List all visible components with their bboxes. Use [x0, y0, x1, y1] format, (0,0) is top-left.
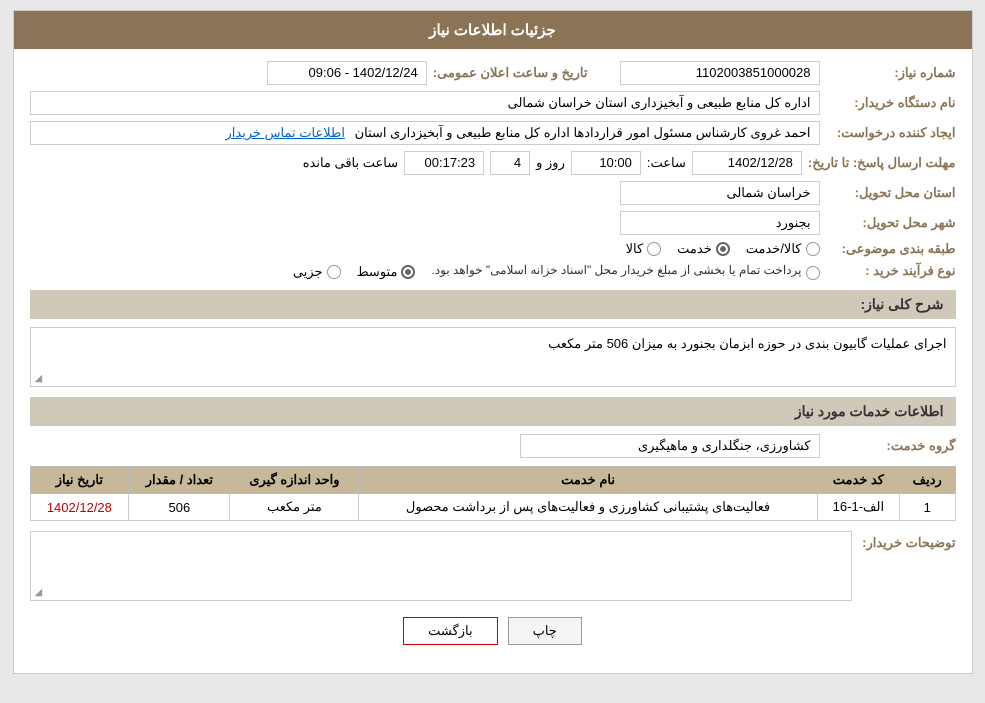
purchase-type-label: نوع فرآیند خرید : — [826, 263, 956, 279]
cell-name: فعالیت‌های پشتیبانی کشاورزی و فعالیت‌های… — [359, 494, 817, 521]
city-label: شهر محل تحویل: — [826, 215, 956, 231]
city-value: بجنورد — [620, 211, 820, 235]
remaining-time: 00:17:23 — [404, 151, 484, 175]
buyer-org-value: اداره کل منابع طبیعی و آبخیزداری استان خ… — [30, 91, 820, 115]
description-box: اجرای عملیات گابیون بندی در حوزه ابزمان … — [30, 327, 956, 387]
category-option-kala[interactable]: کالا — [626, 241, 662, 257]
buyer-notes-box: ◢ — [30, 531, 853, 601]
back-button[interactable]: بازگشت — [403, 617, 497, 645]
need-number-value: 1102003851000028 — [620, 61, 820, 85]
deadline-time: 10:00 — [571, 151, 641, 175]
need-number-label: شماره نیاز: — [826, 65, 956, 81]
cell-unit: متر مکعب — [230, 494, 359, 521]
deadline-days: 4 — [490, 151, 530, 175]
cell-row: 1 — [900, 494, 956, 521]
deadline-time-label: ساعت: — [647, 152, 686, 174]
service-group-value: کشاورزی، جنگلداری و ماهیگیری — [520, 434, 820, 458]
footer-buttons: چاپ بازگشت — [30, 617, 956, 645]
col-header-date: تاریخ نیاز — [30, 467, 129, 494]
radio-partial — [327, 265, 341, 279]
province-label: استان محل تحویل: — [826, 185, 956, 201]
resize-handle[interactable]: ◢ — [35, 373, 43, 384]
col-header-code: کد خدمت — [817, 467, 899, 494]
radio-kala-khedmat — [806, 242, 820, 256]
buyer-org-label: نام دستگاه خریدار: — [826, 95, 956, 111]
col-header-unit: واحد اندازه گیری — [230, 467, 359, 494]
province-value: خراسان شمالی — [620, 181, 820, 205]
purchase-type-radio-group: پرداخت تمام یا بخشی از مبلغ خریدار محل "… — [293, 263, 820, 280]
contact-link[interactable]: اطلاعات تماس خریدار — [226, 125, 345, 140]
category-option-khedmat[interactable]: خدمت — [677, 241, 730, 257]
creator-label: ایجاد کننده درخواست: — [826, 125, 956, 141]
buyer-notes-label: توضیحات خریدار: — [862, 531, 955, 551]
deadline-label: مهلت ارسال پاسخ: تا تاریخ: — [808, 155, 956, 171]
radio-medium — [401, 265, 415, 279]
description-section-header: شرح کلی نیاز: — [30, 290, 956, 319]
radio-note — [806, 266, 820, 280]
notes-resize-handle[interactable]: ◢ — [35, 587, 43, 598]
category-label: طبقه بندی موضوعی: — [826, 241, 956, 257]
public-announce-value: 1402/12/24 - 09:06 — [267, 61, 427, 85]
purchase-type-option-note[interactable]: پرداخت تمام یا بخشی از مبلغ خریدار محل "… — [431, 263, 819, 280]
cell-code: الف-1-16 — [817, 494, 899, 521]
cell-date: 1402/12/28 — [30, 494, 129, 521]
radio-kala — [647, 242, 661, 256]
col-header-row: ردیف — [900, 467, 956, 494]
cell-qty: 506 — [129, 494, 230, 521]
creator-value: احمد غروی کارشناس مسئول امور قراردادها ا… — [30, 121, 820, 145]
remaining-label: ساعت باقی مانده — [303, 152, 398, 174]
table-row: 1 الف-1-16 فعالیت‌های پشتیبانی کشاورزی و… — [30, 494, 955, 521]
purchase-type-option-partial[interactable]: جزیی — [293, 264, 341, 280]
service-group-label: گروه خدمت: — [826, 438, 956, 454]
print-button[interactable]: چاپ — [508, 617, 582, 645]
page-title: جزئیات اطلاعات نیاز — [14, 11, 972, 49]
radio-khedmat — [716, 242, 730, 256]
purchase-type-option-medium[interactable]: متوسط — [357, 264, 416, 280]
deadline-date: 1402/12/28 — [692, 151, 802, 175]
deadline-days-label: روز و — [536, 152, 565, 174]
services-table: ردیف کد خدمت نام خدمت واحد اندازه گیری ت… — [30, 466, 956, 521]
public-announce-label: تاریخ و ساعت اعلان عمومی: — [433, 65, 588, 81]
col-header-name: نام خدمت — [359, 467, 817, 494]
category-option-kala-khedmat[interactable]: کالا/خدمت — [746, 241, 820, 257]
col-header-qty: تعداد / مقدار — [129, 467, 230, 494]
category-radio-group: کالا/خدمت خدمت کالا — [626, 241, 820, 257]
services-section-header: اطلاعات خدمات مورد نیاز — [30, 397, 956, 426]
